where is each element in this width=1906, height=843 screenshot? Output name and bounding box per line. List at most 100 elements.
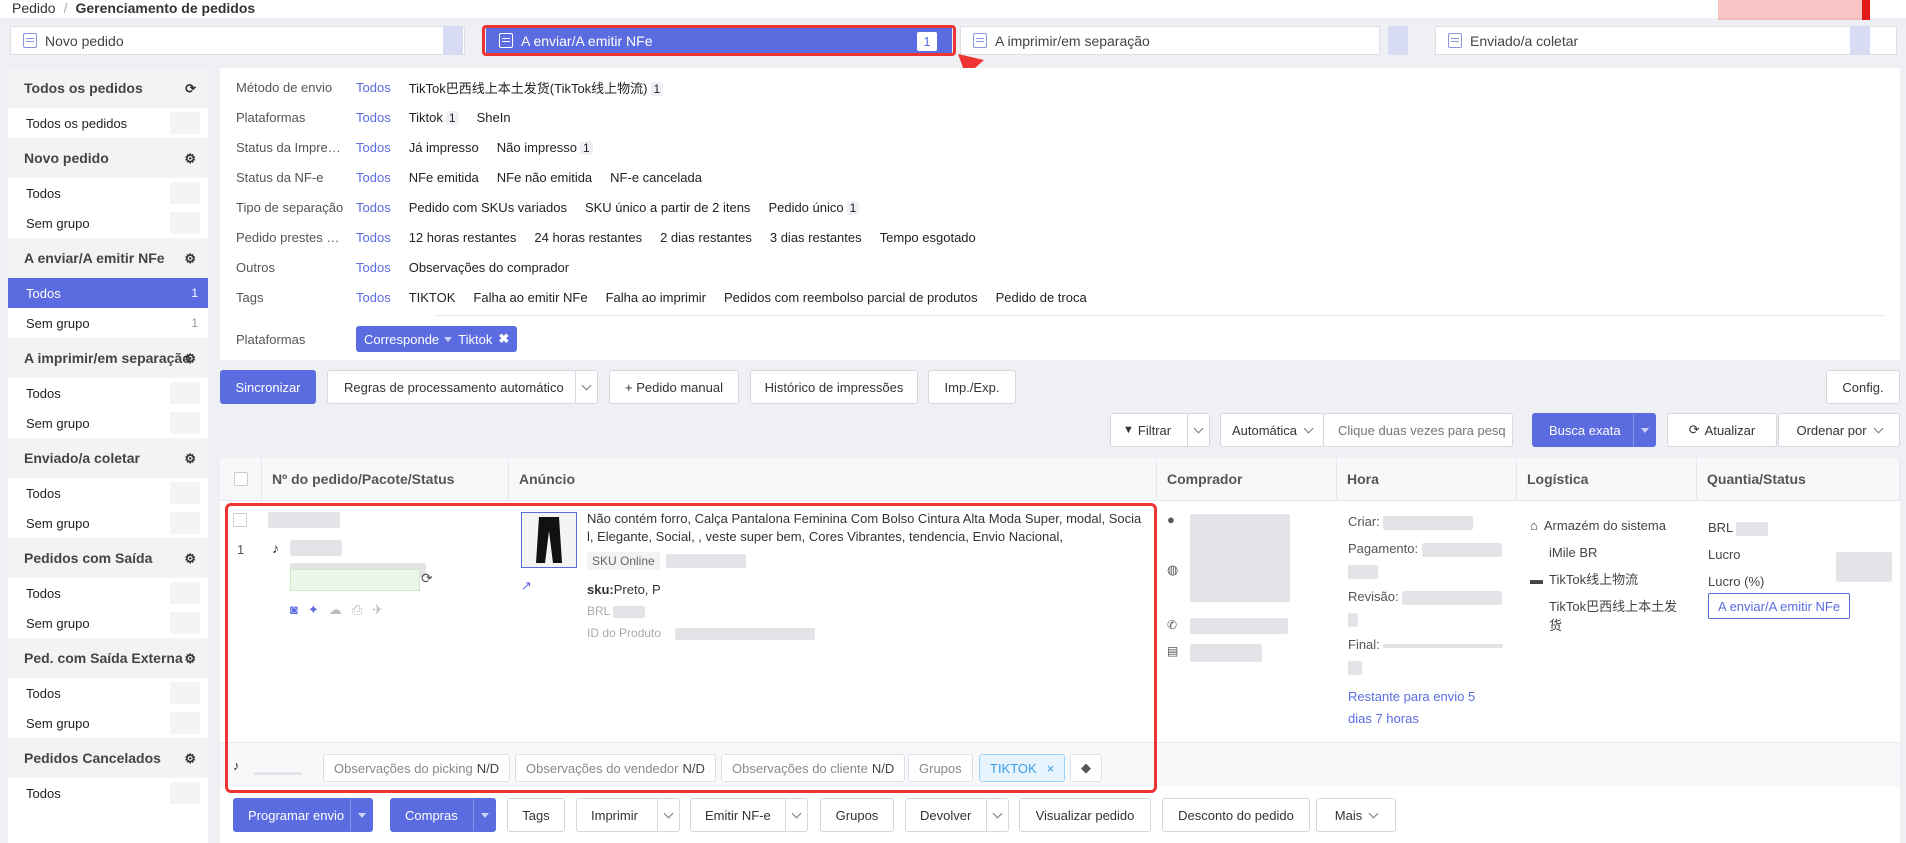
refresh-button[interactable]: ⟳ Atualizar: [1667, 413, 1777, 447]
sort-select[interactable]: Ordenar por: [1778, 413, 1900, 447]
sync-button[interactable]: Sincronizar: [220, 370, 316, 404]
filter-option[interactable]: 2 dias restantes: [660, 230, 752, 245]
filter-option-all[interactable]: Todos: [356, 110, 391, 125]
sidebar-item[interactable]: Sem grupo: [8, 608, 208, 638]
sidebar-group-header[interactable]: Pedidos com Saída ⚙: [8, 538, 208, 578]
filter-option[interactable]: SKU único a partir de 2 itens: [585, 200, 750, 215]
filter-option-all[interactable]: Todos: [356, 200, 391, 215]
sidebar-item[interactable]: Todos: [8, 778, 208, 808]
sidebar-item[interactable]: Todos: [8, 178, 208, 208]
filter-option[interactable]: 24 horas restantes: [534, 230, 642, 245]
chevron-down-icon[interactable]: [575, 371, 597, 403]
sidebar-group-header[interactable]: A enviar/A emitir NFe ⚙: [8, 238, 208, 278]
print-button[interactable]: Imprimir: [576, 798, 680, 832]
chevron-down-icon[interactable]: [986, 799, 1008, 831]
tags-button[interactable]: Tags: [507, 798, 565, 832]
filter-option-all[interactable]: Todos: [356, 230, 391, 245]
sidebar-item[interactable]: Sem grupo 1: [8, 308, 208, 338]
search-type-select[interactable]: Automática: [1220, 413, 1324, 447]
refresh-icon[interactable]: ⟳: [185, 81, 196, 97]
manual-order-button[interactable]: + Pedido manual: [609, 370, 739, 404]
gear-icon[interactable]: ⚙: [184, 351, 196, 367]
filter-option[interactable]: NF-e cancelada: [610, 170, 702, 185]
nfe-button[interactable]: Emitir NF-e: [690, 798, 808, 832]
gear-icon[interactable]: ⚙: [184, 551, 196, 567]
gear-icon[interactable]: ⚙: [184, 751, 196, 767]
sidebar-group-header[interactable]: Enviado/a coletar ⚙: [8, 438, 208, 478]
exact-search-button[interactable]: Busca exata: [1532, 413, 1656, 447]
print-history-button[interactable]: Histórico de impressões: [750, 370, 918, 404]
view-button[interactable]: Visualizar pedido: [1019, 798, 1151, 832]
select-all-checkbox[interactable]: [233, 472, 248, 486]
return-button[interactable]: Devolver: [905, 798, 1009, 832]
remaining-time[interactable]: Restante para envio 5 dias 7 horas: [1348, 686, 1488, 730]
filter-option[interactable]: Pedido único 1: [768, 200, 860, 215]
chevron-down-icon[interactable]: [1633, 414, 1655, 446]
filter-option-all[interactable]: Todos: [356, 80, 391, 95]
gear-icon[interactable]: ⚙: [184, 151, 196, 167]
sidebar-item[interactable]: Todos: [8, 678, 208, 708]
close-icon[interactable]: ✖: [498, 331, 509, 347]
search-input[interactable]: [1323, 413, 1513, 447]
discount-button[interactable]: Desconto do pedido: [1162, 798, 1310, 832]
groups-button[interactable]: Grupos: [820, 798, 894, 832]
sidebar-item[interactable]: Todos: [8, 378, 208, 408]
filter-option[interactable]: TIKTOK: [409, 290, 456, 305]
sidebar-item[interactable]: Todos: [8, 578, 208, 608]
sidebar-item[interactable]: Sem grupo: [8, 208, 208, 238]
filter-option-all[interactable]: Todos: [356, 140, 391, 155]
sidebar-item[interactable]: Sem grupo: [8, 508, 208, 538]
breadcrumb-root[interactable]: Pedido: [12, 0, 56, 16]
filter-option[interactable]: Já impresso: [409, 140, 479, 155]
filter-option-all[interactable]: Todos: [356, 260, 391, 275]
more-button[interactable]: Mais: [1316, 798, 1396, 832]
filter-button[interactable]: ▼ Filtrar: [1110, 413, 1210, 447]
sidebar-item[interactable]: Todos os pedidos: [8, 108, 208, 138]
sidebar-item[interactable]: Sem grupo: [8, 708, 208, 738]
import-export-button[interactable]: Imp./Exp.: [928, 370, 1016, 404]
chevron-down-icon[interactable]: [1187, 414, 1209, 446]
chevron-down-icon[interactable]: [350, 799, 372, 831]
ship-button[interactable]: Programar envio: [233, 798, 373, 832]
sidebar-item[interactable]: Sem grupo: [8, 408, 208, 438]
caret-down-icon[interactable]: [444, 336, 453, 342]
sidebar-group-header[interactable]: A imprimir/em separação ⚙: [8, 338, 208, 378]
sidebar-item[interactable]: Todos 1: [8, 278, 208, 308]
filter-option-all[interactable]: Todos: [356, 290, 391, 305]
filter-option[interactable]: 12 horas restantes: [409, 230, 517, 245]
sidebar-group-header[interactable]: Ped. com Saída Externa ⚙: [8, 638, 208, 678]
step-a-imprimir[interactable]: A imprimir/em separação: [960, 26, 1380, 55]
chevron-down-icon[interactable]: [473, 799, 495, 831]
filter-option[interactable]: SheIn: [477, 110, 511, 125]
filter-option[interactable]: Tempo esgotado: [880, 230, 976, 245]
gear-icon[interactable]: ⚙: [184, 451, 196, 467]
status-badge[interactable]: A enviar/A emitir NFe: [1708, 593, 1851, 619]
gear-icon[interactable]: ⚙: [184, 651, 196, 667]
step-novo-pedido[interactable]: Novo pedido: [10, 26, 465, 55]
filter-option[interactable]: Pedido com SKUs variados: [409, 200, 567, 215]
step-enviado[interactable]: Enviado/a coletar: [1435, 26, 1897, 55]
filter-option[interactable]: Pedidos com reembolso parcial de produto…: [724, 290, 978, 305]
filter-option[interactable]: Pedido de troca: [996, 290, 1087, 305]
sidebar-item[interactable]: Todos: [8, 478, 208, 508]
chevron-down-icon[interactable]: [657, 799, 679, 831]
filter-option[interactable]: NFe não emitida: [497, 170, 592, 185]
sidebar-group-header[interactable]: Novo pedido ⚙: [8, 138, 208, 178]
buy-button[interactable]: Compras: [390, 798, 496, 832]
filter-option[interactable]: Falha ao emitir NFe: [473, 290, 587, 305]
chevron-down-icon[interactable]: [785, 799, 807, 831]
sidebar-group-header[interactable]: Todos os pedidos ⟳: [8, 68, 208, 108]
filter-option-all[interactable]: Todos: [356, 170, 391, 185]
selected-filter-tag[interactable]: Corresponde Tiktok ✖: [356, 326, 518, 352]
filter-option[interactable]: NFe emitida: [409, 170, 479, 185]
config-button[interactable]: Config.: [1826, 370, 1900, 404]
filter-option[interactable]: 3 dias restantes: [770, 230, 862, 245]
filter-option[interactable]: Falha ao imprimir: [606, 290, 706, 305]
filter-option[interactable]: Observações do comprador: [409, 260, 569, 275]
filter-option[interactable]: Não impresso 1: [497, 140, 593, 155]
rules-button[interactable]: Regras de processamento automático: [327, 370, 598, 404]
filter-option[interactable]: TikTok巴西线上本土发货(TikTok线上物流) 1: [409, 78, 664, 97]
sidebar-group-header[interactable]: Pedidos Cancelados ⚙: [8, 738, 208, 778]
filter-option[interactable]: Tiktok 1: [409, 110, 459, 125]
gear-icon[interactable]: ⚙: [184, 251, 196, 267]
